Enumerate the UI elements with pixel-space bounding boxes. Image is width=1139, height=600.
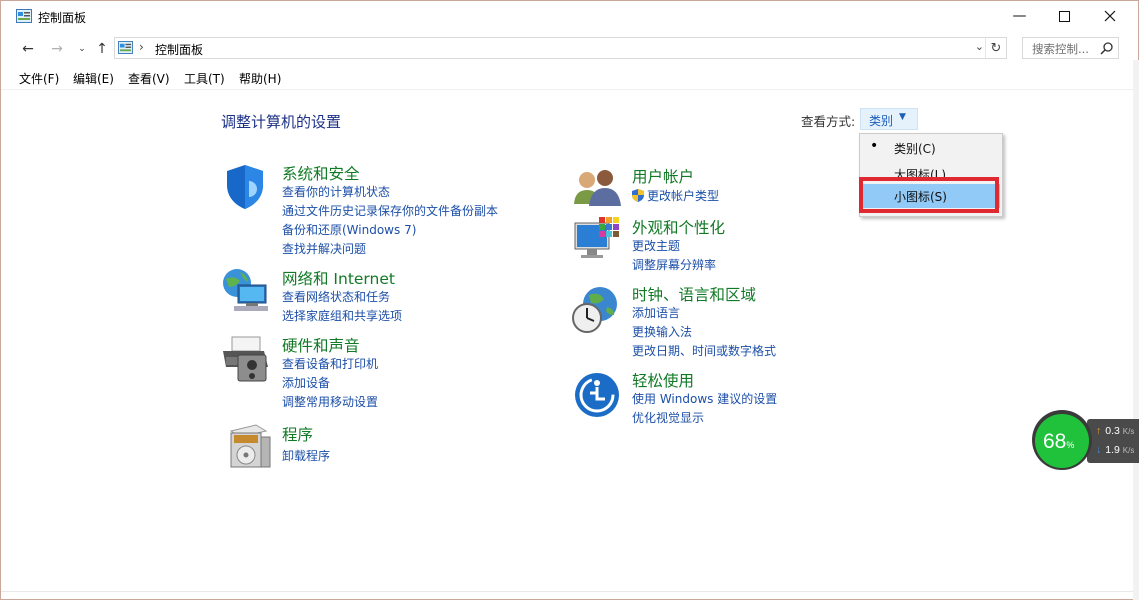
network-speed-widget[interactable]: ↑ 0.3 K/s ↓ 1.9 K/s 68% bbox=[1032, 410, 1139, 470]
arrow-up-icon: ↑ bbox=[96, 41, 108, 57]
menu-help[interactable]: 帮助(H) bbox=[239, 70, 281, 87]
menu-view[interactable]: 查看(V) bbox=[128, 70, 170, 87]
category-title[interactable]: 轻松使用 bbox=[632, 369, 694, 391]
category-link[interactable]: 调整屏幕分辨率 bbox=[632, 256, 716, 273]
category-link[interactable]: 选择家庭组和共享选项 bbox=[282, 307, 402, 324]
download-speed: ↓ 1.9 K/s bbox=[1096, 444, 1134, 456]
menu-bar: 文件(F) 编辑(E) 查看(V) 工具(T) 帮助(H) bbox=[1, 67, 1138, 90]
network-globe-icon bbox=[223, 269, 268, 311]
category-title[interactable]: 网络和 Internet bbox=[282, 267, 395, 289]
download-value: 1.9 bbox=[1105, 444, 1120, 456]
background-window-edge bbox=[1133, 60, 1139, 600]
upload-speed: ↑ 0.3 K/s bbox=[1096, 425, 1134, 437]
view-by-dropdown[interactable]: 类别 ▼ bbox=[860, 108, 918, 130]
refresh-icon: ↻ bbox=[990, 40, 1002, 56]
percent-value: 68 bbox=[1043, 430, 1067, 453]
category-link[interactable]: 查找并解决问题 bbox=[282, 240, 366, 257]
arrow-right-icon: → bbox=[51, 41, 63, 57]
shield-icon bbox=[227, 165, 263, 209]
menu-edit[interactable]: 编辑(E) bbox=[73, 70, 114, 87]
memory-usage-ring: 68% bbox=[1032, 410, 1092, 470]
upload-arrow-icon: ↑ bbox=[1096, 425, 1102, 437]
category-title[interactable]: 程序 bbox=[282, 423, 313, 445]
category-link[interactable]: 调整常用移动设置 bbox=[282, 393, 378, 410]
view-by-value: 类别 bbox=[869, 114, 894, 128]
control-panel-window: 控制面板 — ← → ⌄ ↑ › 控制面板 ⌄ ↻ 搜索控制... 文件(F) … bbox=[0, 0, 1139, 600]
category-title[interactable]: 硬件和声音 bbox=[282, 334, 360, 356]
up-button[interactable]: ↑ bbox=[92, 39, 112, 59]
window-title: 控制面板 bbox=[38, 11, 87, 25]
upload-value: 0.3 bbox=[1105, 425, 1120, 437]
back-button[interactable]: ← bbox=[18, 39, 38, 59]
arrow-left-icon: ← bbox=[22, 41, 34, 57]
address-dropdown-icon[interactable]: ⌄ bbox=[975, 40, 984, 53]
category-link[interactable]: 更改帐户类型 bbox=[632, 187, 719, 204]
download-arrow-icon: ↓ bbox=[1096, 444, 1102, 456]
page-title: 调整计算机的设置 bbox=[221, 113, 342, 131]
menu-option-label: 类别(C) bbox=[894, 142, 936, 156]
address-row: ← → ⌄ ↑ › 控制面板 ⌄ ↻ 搜索控制... bbox=[1, 35, 1138, 63]
category-link[interactable]: 查看网络状态和任务 bbox=[282, 288, 390, 305]
category-title[interactable]: 系统和安全 bbox=[282, 162, 360, 184]
uac-shield-icon bbox=[632, 189, 644, 202]
control-panel-icon bbox=[16, 9, 32, 23]
category-link[interactable]: 更改主题 bbox=[632, 237, 680, 254]
category-link[interactable]: 使用 Windows 建议的设置 bbox=[632, 390, 777, 407]
control-panel-icon bbox=[118, 41, 133, 54]
upload-unit: K/s bbox=[1122, 427, 1135, 436]
minimize-button[interactable]: — bbox=[997, 1, 1042, 31]
memory-usage-fill: 68% bbox=[1035, 414, 1089, 468]
menu-tools[interactable]: 工具(T) bbox=[184, 70, 225, 87]
highlight-box bbox=[859, 177, 999, 213]
caret-down-icon: ▼ bbox=[899, 112, 906, 122]
programs-icon bbox=[229, 424, 271, 468]
search-input[interactable]: 搜索控制... bbox=[1022, 37, 1119, 59]
menu-option-category[interactable]: • 类别(C) bbox=[860, 136, 1000, 160]
category-link[interactable]: 更改日期、时间或数字格式 bbox=[632, 342, 776, 359]
category-link[interactable]: 卸载程序 bbox=[282, 447, 330, 464]
category-link[interactable]: 查看你的计算机状态 bbox=[282, 183, 390, 200]
title-bar: 控制面板 — bbox=[1, 1, 1138, 33]
view-by-label: 查看方式: bbox=[801, 114, 856, 129]
category-link[interactable]: 添加语言 bbox=[632, 304, 680, 321]
maximize-button[interactable] bbox=[1042, 1, 1087, 31]
speed-panel: ↑ 0.3 K/s ↓ 1.9 K/s bbox=[1087, 419, 1139, 463]
category-title[interactable]: 时钟、语言和区域 bbox=[632, 283, 756, 305]
bottom-divider bbox=[1, 591, 1138, 592]
search-icon[interactable] bbox=[1100, 41, 1114, 55]
category-link[interactable]: 通过文件历史记录保存你的文件备份副本 bbox=[282, 202, 498, 219]
clock-globe-icon bbox=[572, 287, 617, 333]
breadcrumb-control-panel[interactable]: 控制面板 bbox=[155, 41, 203, 58]
selected-bullet-icon: • bbox=[870, 138, 879, 154]
memory-usage-percent: 68% bbox=[1043, 430, 1074, 454]
search-placeholder: 搜索控制... bbox=[1032, 42, 1089, 56]
maximize-icon bbox=[1059, 10, 1070, 22]
users-icon bbox=[574, 170, 621, 206]
category-link[interactable]: 更换输入法 bbox=[632, 323, 692, 340]
refresh-button[interactable]: ↻ bbox=[985, 38, 1006, 58]
category-link[interactable]: 查看设备和打印机 bbox=[282, 355, 378, 372]
category-link[interactable]: 备份和还原(Windows 7) bbox=[282, 221, 416, 238]
percent-sign: % bbox=[1066, 440, 1075, 450]
chevron-down-icon: ⌄ bbox=[78, 44, 86, 54]
appearance-icon bbox=[574, 217, 619, 258]
address-bar[interactable]: › 控制面板 ⌄ ↻ bbox=[114, 37, 1007, 59]
recent-locations-button[interactable]: ⌄ bbox=[72, 39, 92, 59]
category-title[interactable]: 用户帐户 bbox=[632, 165, 694, 187]
ease-of-access-icon bbox=[575, 373, 619, 417]
close-icon bbox=[1104, 10, 1115, 22]
menu-file[interactable]: 文件(F) bbox=[19, 70, 59, 87]
category-link[interactable]: 添加设备 bbox=[282, 374, 330, 391]
minimize-icon: — bbox=[1012, 8, 1027, 24]
category-link-label: 更改帐户类型 bbox=[647, 189, 720, 203]
category-link[interactable]: 优化视觉显示 bbox=[632, 409, 704, 426]
close-button[interactable] bbox=[1087, 1, 1132, 31]
printer-speaker-icon bbox=[223, 336, 268, 382]
download-unit: K/s bbox=[1122, 446, 1135, 455]
forward-button[interactable]: → bbox=[47, 39, 67, 59]
category-title[interactable]: 外观和个性化 bbox=[632, 216, 725, 238]
breadcrumb-separator-icon: › bbox=[139, 40, 144, 54]
